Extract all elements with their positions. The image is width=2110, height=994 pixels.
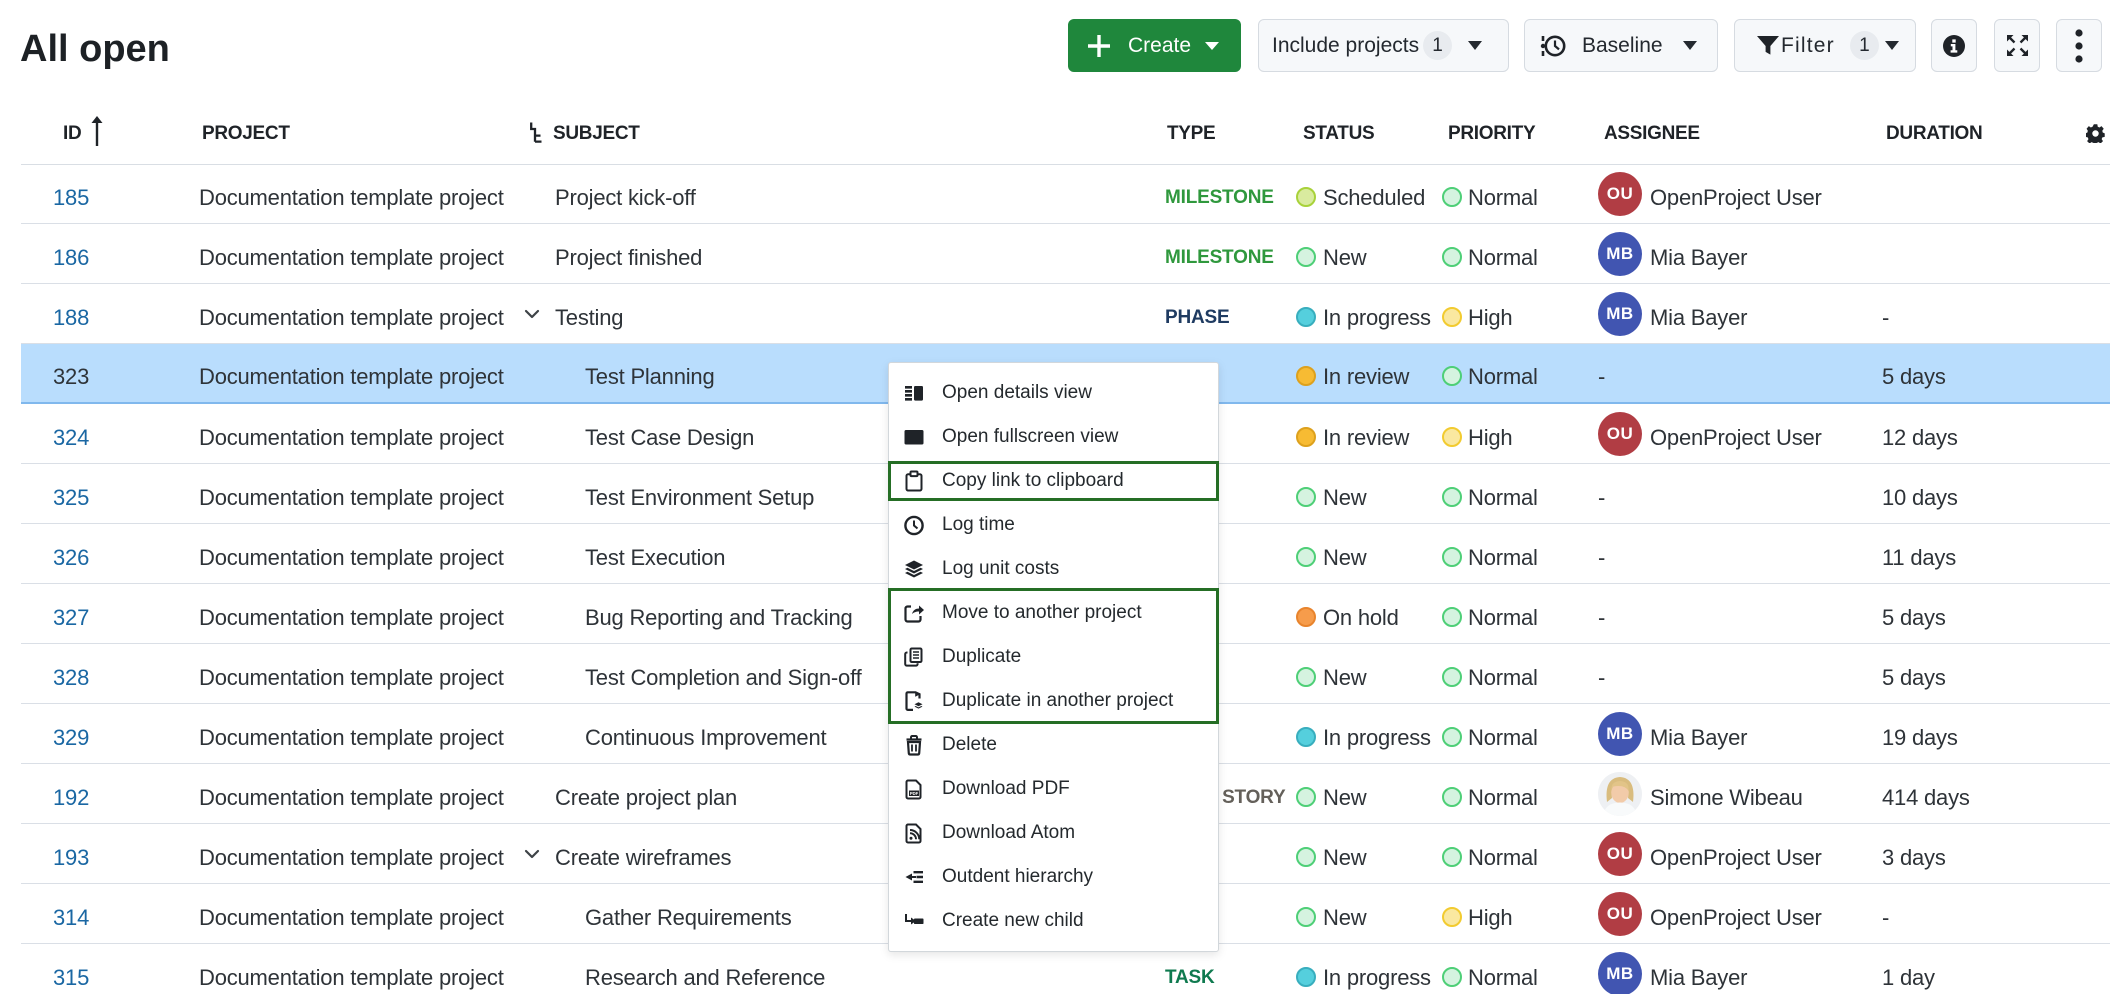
svg-text:PDF: PDF: [910, 791, 919, 796]
